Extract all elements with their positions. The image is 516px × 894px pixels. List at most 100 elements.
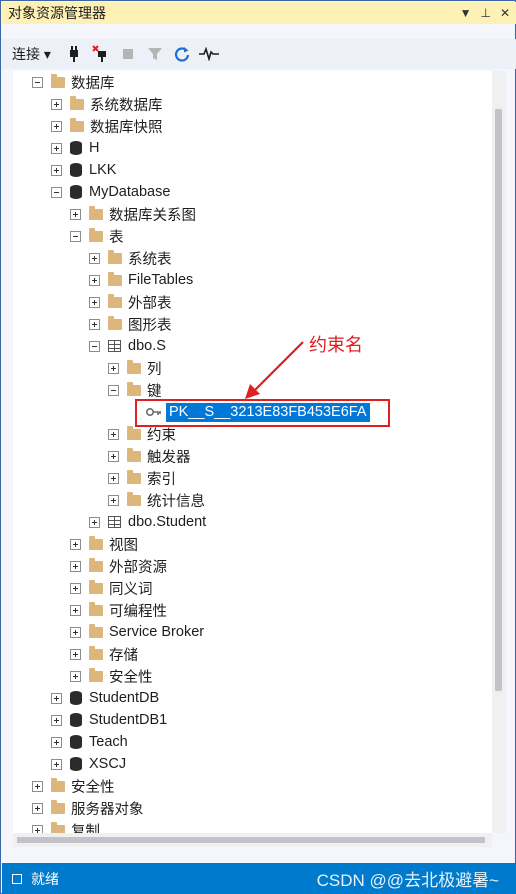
- collapse-icon[interactable]: [108, 384, 119, 396]
- collapse-icon[interactable]: [51, 186, 62, 198]
- expand-icon[interactable]: [70, 626, 81, 638]
- object-explorer-tree[interactable]: 数据库 系统数据库 数据库快照 H LKK MyDatabase 数据库关系图表系统表 Fil…: [13, 71, 506, 833]
- disconnect-icon[interactable]: [90, 44, 112, 64]
- panel-title-bar: 对象资源管理器 ▼ ⊥ ✕: [2, 2, 516, 24]
- expand-icon[interactable]: [89, 274, 100, 286]
- tree-node[interactable]: StudentDB: [51, 687, 159, 709]
- tree-node-label: H: [89, 140, 100, 156]
- expand-icon[interactable]: [32, 780, 43, 792]
- tree-node[interactable]: 视图: [70, 533, 138, 555]
- tree-node[interactable]: 统计信息: [108, 489, 205, 511]
- tree-node[interactable]: 索引: [108, 467, 176, 489]
- tree-node-label: 外部表: [128, 295, 172, 312]
- tree-node[interactable]: 系统表: [89, 247, 172, 269]
- expand-icon[interactable]: [70, 538, 81, 550]
- tree-node[interactable]: 图形表: [89, 313, 172, 335]
- expand-icon[interactable]: [70, 208, 81, 220]
- connect-plug-icon[interactable]: [63, 44, 85, 64]
- tree-node-label: 统计信息: [147, 493, 205, 510]
- tree-node-label: MyDatabase: [89, 184, 171, 200]
- vertical-scroll-thumb[interactable]: [495, 109, 502, 691]
- tree-node[interactable]: 存储: [70, 643, 138, 665]
- tree-node[interactable]: 安全性: [32, 775, 115, 797]
- collapse-icon[interactable]: [32, 76, 43, 88]
- tree-node[interactable]: XSCJ: [51, 753, 126, 775]
- connect-button[interactable]: 连接 ▾: [12, 44, 51, 64]
- expand-icon[interactable]: [89, 252, 100, 264]
- activity-monitor-icon[interactable]: [198, 44, 220, 64]
- folder-icon: [89, 205, 103, 220]
- database-icon: [70, 163, 82, 177]
- tree-node[interactable]: 列: [108, 357, 162, 379]
- expand-icon[interactable]: [51, 142, 62, 154]
- vertical-scrollbar[interactable]: [492, 71, 506, 833]
- tree-node[interactable]: StudentDB1: [51, 709, 167, 731]
- tree-node[interactable]: 表: [70, 225, 124, 247]
- tree-node[interactable]: 可编程性: [70, 599, 167, 621]
- filter-icon[interactable]: [144, 44, 166, 64]
- tree-node[interactable]: 数据库快照: [51, 115, 163, 137]
- expand-icon[interactable]: [108, 450, 119, 462]
- folder-icon: [108, 315, 122, 330]
- tree-node-label: dbo.Student: [128, 514, 207, 530]
- close-icon[interactable]: ✕: [500, 6, 510, 20]
- expand-icon[interactable]: [89, 296, 100, 308]
- expand-icon[interactable]: [70, 582, 81, 594]
- tree-node[interactable]: 复制: [32, 819, 100, 833]
- tree-node[interactable]: 键: [108, 379, 162, 401]
- folder-icon: [108, 249, 122, 264]
- expand-icon[interactable]: [51, 692, 62, 704]
- tree-node[interactable]: 数据库关系图: [70, 203, 196, 225]
- expand-icon[interactable]: [70, 648, 81, 660]
- pin-icon[interactable]: ⊥: [480, 6, 490, 20]
- expand-icon[interactable]: [108, 362, 119, 374]
- collapse-icon[interactable]: [89, 340, 100, 352]
- tree-node[interactable]: LKK: [51, 159, 116, 181]
- stop-icon[interactable]: [117, 44, 139, 64]
- expand-icon[interactable]: [108, 494, 119, 506]
- tree-node[interactable]: 外部资源: [70, 555, 167, 577]
- tree-node[interactable]: 数据库: [32, 71, 115, 93]
- expand-icon[interactable]: [89, 516, 100, 528]
- title-buttons: ▼ ⊥ ✕: [460, 2, 510, 24]
- tree-node[interactable]: dbo.S: [89, 335, 166, 357]
- tree-node-label: dbo.S: [128, 338, 166, 354]
- tree-node[interactable]: Teach: [51, 731, 128, 753]
- tree-node[interactable]: H: [51, 137, 99, 159]
- dropdown-icon[interactable]: ▼: [460, 6, 472, 20]
- expand-icon[interactable]: [70, 670, 81, 682]
- expand-icon[interactable]: [51, 736, 62, 748]
- expand-icon[interactable]: [51, 98, 62, 110]
- expand-icon[interactable]: [51, 164, 62, 176]
- tree-node[interactable]: FileTables: [89, 269, 193, 291]
- refresh-icon[interactable]: [171, 44, 193, 64]
- horizontal-scrollbar[interactable]: [13, 833, 492, 847]
- table-icon: [108, 340, 121, 352]
- tree-node[interactable]: Service Broker: [70, 621, 204, 643]
- tree-node[interactable]: 触发器: [108, 445, 191, 467]
- collapse-icon[interactable]: [70, 230, 81, 242]
- tree-node[interactable]: dbo.Student: [89, 511, 206, 533]
- expand-icon[interactable]: [108, 472, 119, 484]
- folder-icon: [70, 117, 84, 132]
- tree-node[interactable]: 同义词: [70, 577, 153, 599]
- expand-icon[interactable]: [51, 120, 62, 132]
- expand-icon[interactable]: [70, 560, 81, 572]
- expand-icon[interactable]: [70, 604, 81, 616]
- expand-icon[interactable]: [32, 824, 43, 833]
- horizontal-scroll-thumb[interactable]: [17, 837, 485, 843]
- folder-icon: [89, 645, 103, 660]
- folder-icon: [89, 667, 103, 682]
- expand-icon[interactable]: [32, 802, 43, 814]
- folder-icon: [127, 381, 141, 396]
- expand-icon[interactable]: [51, 714, 62, 726]
- tree-node[interactable]: 系统数据库: [51, 93, 163, 115]
- expand-icon[interactable]: [51, 758, 62, 770]
- tree-node[interactable]: 服务器对象: [32, 797, 144, 819]
- tree-node[interactable]: 安全性: [70, 665, 153, 687]
- tree-node-label: 索引: [147, 471, 176, 488]
- tree-node[interactable]: 外部表: [89, 291, 172, 313]
- expand-icon[interactable]: [89, 318, 100, 330]
- expand-icon[interactable]: [108, 428, 119, 440]
- tree-node[interactable]: MyDatabase: [51, 181, 170, 203]
